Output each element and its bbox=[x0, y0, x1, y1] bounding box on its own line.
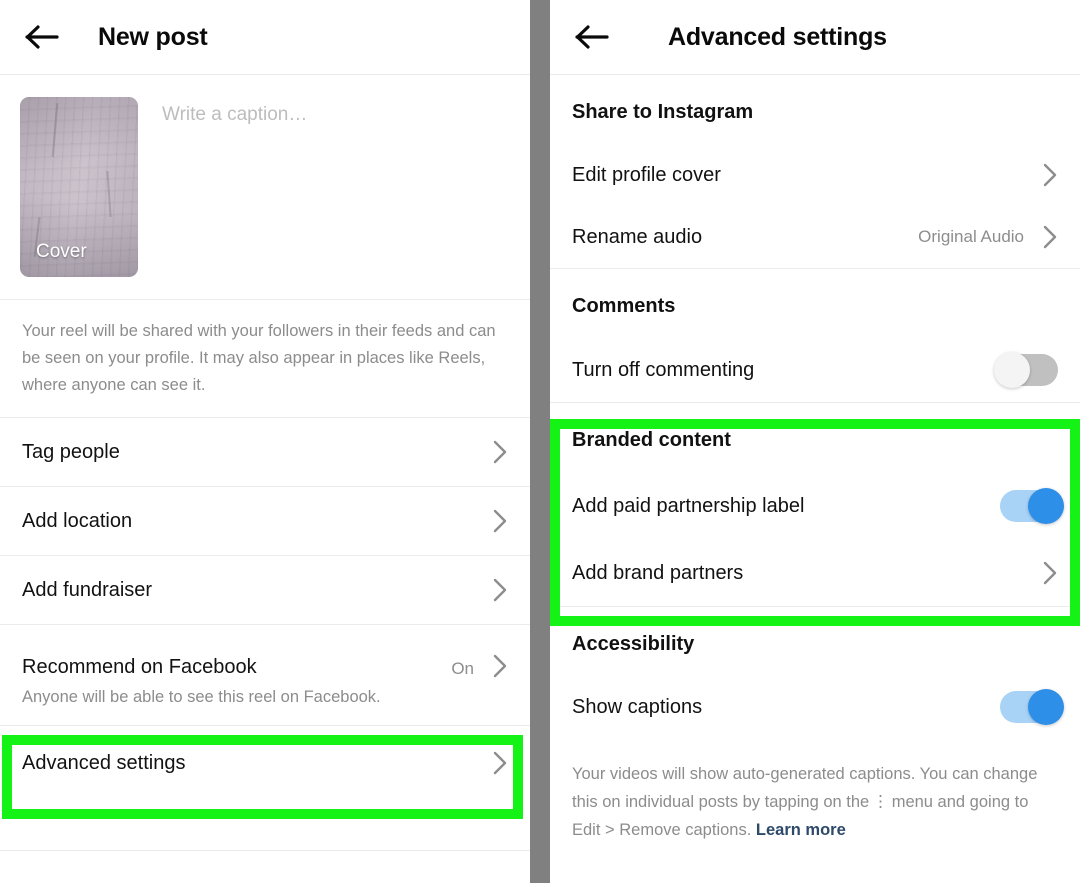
advanced-settings-panel: Advanced settings Share to Instagram Edi… bbox=[550, 0, 1080, 883]
row-label: Show captions bbox=[572, 695, 703, 718]
row-label: Add location bbox=[22, 509, 133, 532]
row-add-paid-partnership-label[interactable]: Add paid partnership label bbox=[550, 472, 1080, 540]
row-turn-off-commenting[interactable]: Turn off commenting bbox=[550, 338, 1080, 402]
chevron-right-icon bbox=[492, 653, 508, 679]
chevron-right-icon bbox=[1042, 560, 1058, 586]
section-title-share-to-instagram: Share to Instagram bbox=[550, 75, 1080, 144]
row-label: Add brand partners bbox=[572, 561, 744, 584]
new-post-header: New post bbox=[0, 0, 530, 74]
row-label: Rename audio bbox=[572, 225, 703, 248]
row-label: Add fundraiser bbox=[22, 578, 153, 601]
row-label: Tag people bbox=[22, 440, 120, 463]
row-label: Edit profile cover bbox=[572, 163, 721, 186]
toggle-knob bbox=[994, 352, 1030, 388]
captions-footer-note: Your videos will show auto-generated cap… bbox=[550, 738, 1080, 844]
screenshot-root: New post Cover Write a caption… Your ree… bbox=[0, 0, 1080, 883]
row-label: Recommend on Facebook bbox=[22, 656, 257, 678]
advanced-settings-header: Advanced settings bbox=[550, 0, 1080, 74]
turn-off-commenting-toggle[interactable] bbox=[994, 352, 1058, 388]
row-label: Turn off commenting bbox=[572, 358, 755, 381]
cover-thumbnail[interactable]: Cover bbox=[20, 97, 138, 277]
row-advanced-settings[interactable]: Advanced settings bbox=[0, 726, 530, 800]
row-add-location[interactable]: Add location bbox=[0, 487, 530, 555]
paid-partnership-toggle[interactable] bbox=[1000, 488, 1064, 524]
row-recommend-on-facebook[interactable]: Recommend on Facebook On bbox=[0, 625, 530, 685]
compose-row: Cover Write a caption… bbox=[0, 75, 530, 299]
toggle-knob bbox=[1028, 689, 1064, 725]
new-post-panel: New post Cover Write a caption… Your ree… bbox=[0, 0, 530, 883]
section-title-comments: Comments bbox=[550, 269, 1080, 338]
row-value: On bbox=[451, 659, 474, 678]
panel-divider bbox=[530, 0, 550, 883]
page-title: Advanced settings bbox=[668, 22, 887, 51]
chevron-right-icon bbox=[1042, 224, 1058, 250]
section-title-branded-content: Branded content bbox=[550, 403, 1080, 472]
row-rename-audio[interactable]: Rename audio Original Audio bbox=[550, 206, 1080, 268]
row-tag-people[interactable]: Tag people bbox=[0, 418, 530, 486]
toggle-knob bbox=[1028, 488, 1064, 524]
row-value: Original Audio bbox=[918, 227, 1024, 246]
back-arrow-icon[interactable] bbox=[564, 17, 620, 57]
back-arrow-icon[interactable] bbox=[14, 17, 70, 57]
chevron-right-icon bbox=[492, 750, 508, 776]
chevron-right-icon bbox=[1042, 162, 1058, 188]
chevron-right-icon bbox=[492, 508, 508, 534]
chevron-right-icon bbox=[492, 439, 508, 465]
caption-input[interactable]: Write a caption… bbox=[162, 104, 510, 126]
row-add-brand-partners[interactable]: Add brand partners bbox=[550, 540, 1080, 606]
kebab-menu-icon: ⋮ bbox=[872, 793, 889, 811]
chevron-right-icon bbox=[492, 577, 508, 603]
recommend-subtext: Anyone will be able to see this reel on … bbox=[0, 685, 530, 725]
row-add-fundraiser[interactable]: Add fundraiser bbox=[0, 556, 530, 624]
row-show-captions[interactable]: Show captions bbox=[550, 676, 1080, 738]
learn-more-link[interactable]: Learn more bbox=[756, 821, 846, 839]
row-label: Advanced settings bbox=[22, 751, 186, 774]
bottom-divider bbox=[0, 850, 530, 851]
row-edit-profile-cover[interactable]: Edit profile cover bbox=[550, 144, 1080, 206]
reel-share-info-text: Your reel will be shared with your follo… bbox=[22, 322, 496, 394]
section-title-accessibility: Accessibility bbox=[550, 607, 1080, 676]
page-title: New post bbox=[98, 22, 208, 51]
left-bottom-spacer bbox=[0, 800, 530, 850]
row-label: Add paid partnership label bbox=[572, 494, 805, 517]
show-captions-toggle[interactable] bbox=[1000, 689, 1064, 725]
cover-label: Cover bbox=[36, 241, 87, 262]
